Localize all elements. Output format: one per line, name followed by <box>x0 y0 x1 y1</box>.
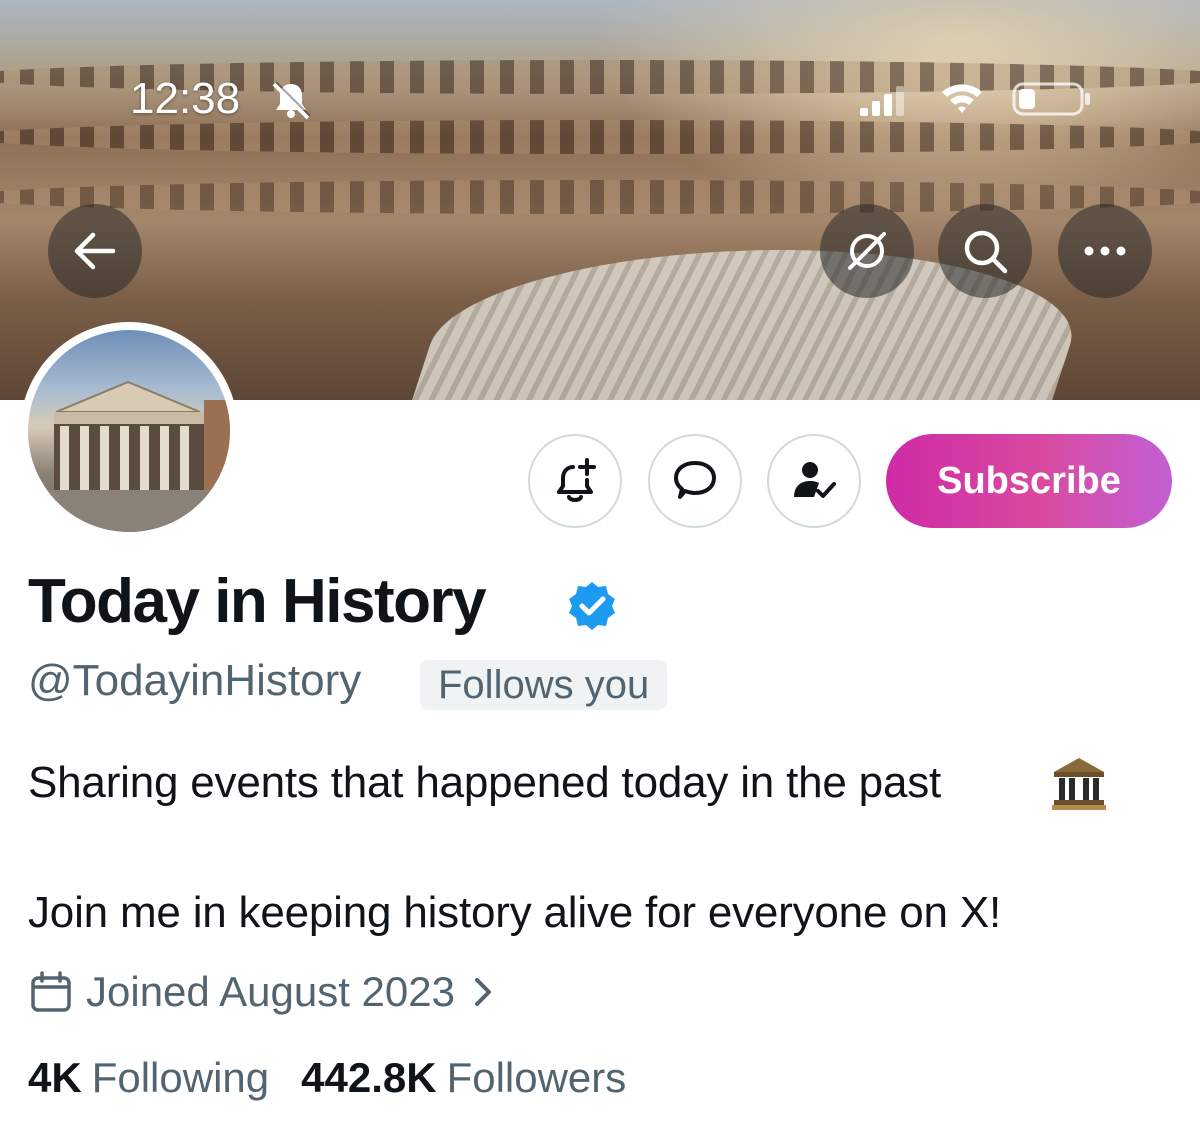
display-name: Today in History <box>28 567 487 636</box>
following-label: Following <box>91 1054 270 1101</box>
message-button[interactable] <box>648 434 742 528</box>
follows-you-badge: Follows you <box>420 660 668 710</box>
subscribe-button[interactable]: Subscribe <box>886 434 1172 528</box>
followers-link[interactable]: 442.8K Followers <box>301 1054 626 1102</box>
user-check-icon <box>794 462 836 498</box>
following-link[interactable]: 4K Following <box>28 1054 269 1102</box>
avatar-image <box>28 330 230 532</box>
back-button[interactable] <box>48 204 142 298</box>
joined-text: Joined August 2023 <box>86 968 455 1015</box>
pantheon-image <box>28 380 230 532</box>
grok-button[interactable] <box>820 204 914 298</box>
avatar[interactable] <box>20 322 238 540</box>
message-bubble-icon <box>674 461 716 499</box>
bio-line: Join me in keeping history alive for eve… <box>28 888 1001 937</box>
cellular-signal-icon <box>860 86 904 116</box>
classical-building-icon <box>1052 758 1106 810</box>
following-count: 4K <box>28 1054 82 1101</box>
verified-badge-icon <box>569 582 615 630</box>
followers-label: Followers <box>446 1054 627 1101</box>
grok-icon <box>848 232 886 270</box>
bell-slash-icon <box>272 81 311 120</box>
search-icon <box>964 230 1008 274</box>
more-options-button[interactable] <box>1058 204 1152 298</box>
chevron-right-icon <box>474 978 491 1006</box>
follow-stats: 4K Following 442.8K Followers <box>28 1054 626 1102</box>
joined-date[interactable]: Joined August 2023 <box>28 966 499 1018</box>
bio-line: Sharing events that happened today in th… <box>28 758 942 807</box>
wifi-icon <box>942 84 982 113</box>
back-arrow-icon <box>74 232 116 270</box>
followers-count: 442.8K <box>301 1054 437 1101</box>
notification-bell-plus-icon <box>557 458 596 502</box>
search-button[interactable] <box>938 204 1032 298</box>
notify-button[interactable] <box>528 434 622 528</box>
calendar-icon <box>31 971 71 1012</box>
more-icon <box>1084 246 1126 256</box>
user-handle: @TodayinHistory <box>28 656 362 705</box>
following-button[interactable] <box>767 434 861 528</box>
status-time: 12:38 <box>130 74 241 123</box>
battery-icon <box>1012 82 1090 116</box>
